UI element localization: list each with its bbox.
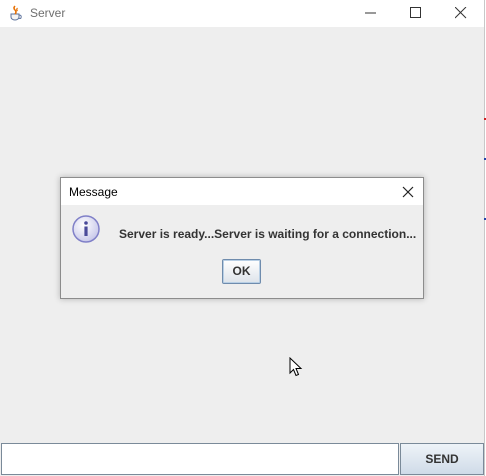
message-input[interactable] (1, 443, 399, 475)
dialog-close-button[interactable] (399, 183, 417, 201)
dialog-titlebar[interactable]: Message (61, 178, 423, 205)
maximize-icon (410, 7, 421, 18)
ok-button[interactable]: OK (222, 259, 261, 284)
window-title: Server (30, 6, 66, 20)
maximize-button[interactable] (393, 0, 439, 27)
window-titlebar[interactable]: Server (0, 0, 484, 27)
minimize-icon (365, 12, 376, 14)
close-icon (455, 7, 467, 19)
close-icon (402, 186, 414, 198)
window-close-button[interactable] (438, 0, 484, 27)
java-cup-icon (7, 4, 25, 22)
dialog-message: Server is ready...Server is waiting for … (119, 227, 417, 241)
info-icon (71, 214, 101, 244)
server-window: Server Message Server is ready...Server … (0, 0, 485, 476)
mouse-pointer-icon (289, 357, 303, 377)
message-dialog: Message Server is ready...Server is wait… (60, 177, 424, 299)
dialog-title: Message (69, 185, 118, 199)
minimize-button[interactable] (348, 0, 394, 27)
send-button[interactable]: SEND (400, 443, 484, 475)
